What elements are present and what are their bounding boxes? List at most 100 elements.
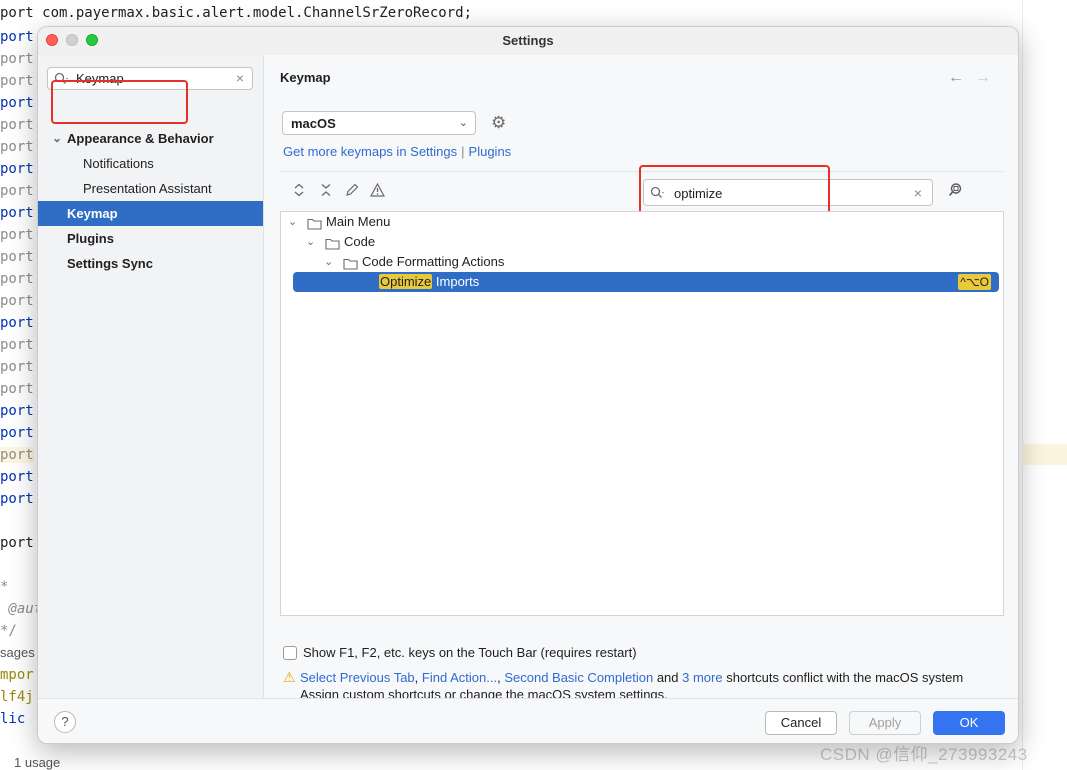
conflict-link-select-previous-tab[interactable]: Select Previous Tab bbox=[300, 670, 415, 685]
conflict-and: and bbox=[656, 670, 679, 685]
sidebar-item-plugins[interactable]: Plugins bbox=[38, 226, 263, 251]
action-search-input[interactable] bbox=[674, 185, 894, 202]
settings-dialog: Settings × ⌄ Appearance & Behavior Notif… bbox=[37, 26, 1019, 744]
clear-search-icon[interactable]: × bbox=[914, 185, 922, 201]
chevron-down-icon[interactable]: ⌄ bbox=[306, 232, 315, 252]
search-icon bbox=[54, 72, 70, 89]
page-title: Keymap bbox=[280, 70, 331, 85]
shortcut-badge: ^⌥O bbox=[958, 274, 991, 290]
code-line-import: port bbox=[0, 491, 34, 507]
usage-hint: 1 usage bbox=[14, 755, 61, 770]
code-line-import: port bbox=[0, 469, 34, 485]
chevron-down-icon[interactable]: ⌄ bbox=[324, 252, 333, 272]
search-match-highlight: Optimize bbox=[379, 274, 433, 289]
code-usages: sages bbox=[0, 645, 35, 660]
show-conflicts-warning-icon[interactable] bbox=[369, 182, 386, 200]
dialog-footer: ? Cancel Apply OK bbox=[38, 698, 1018, 743]
code-line-import: port bbox=[0, 73, 34, 89]
comma: , bbox=[414, 670, 419, 685]
code-line-import: port bbox=[0, 205, 34, 221]
code-line-import: port bbox=[0, 249, 34, 265]
sidebar-item-label: Settings Sync bbox=[67, 256, 153, 271]
ok-button[interactable]: OK bbox=[933, 711, 1005, 735]
code-line-import: port bbox=[0, 227, 34, 243]
sidebar-item-keymap[interactable]: Keymap bbox=[38, 201, 263, 226]
action-label: Optimize Imports bbox=[379, 272, 479, 292]
warning-icon: ⚠ bbox=[283, 669, 296, 685]
chevron-down-icon[interactable]: ⌄ bbox=[288, 212, 297, 232]
code-line-import: port bbox=[0, 425, 34, 441]
code-line-slf4j: lf4j bbox=[0, 689, 34, 705]
code-line-component: mpor bbox=[0, 667, 34, 683]
title-bar: Settings bbox=[38, 27, 1018, 55]
code-line-public: lic bbox=[0, 711, 26, 727]
chevron-down-icon: ⌄ bbox=[52, 131, 63, 145]
tree-node-main-menu[interactable]: ⌄ Main Menu bbox=[281, 212, 1003, 232]
sidebar-item-appearance-behavior[interactable]: ⌄ Appearance & Behavior bbox=[38, 126, 263, 151]
code-line-import: port bbox=[0, 293, 34, 309]
back-arrow-icon[interactable]: ← bbox=[948, 69, 964, 87]
collapse-all-icon[interactable] bbox=[320, 183, 332, 200]
expand-all-icon[interactable] bbox=[293, 183, 305, 200]
code-line-import: port bbox=[0, 337, 34, 353]
code-line-comment-end: */ bbox=[0, 623, 17, 639]
action-label-rest: Imports bbox=[432, 274, 480, 289]
code-line-import: port bbox=[0, 403, 34, 419]
tree-node-label: Code Formatting Actions bbox=[362, 254, 505, 269]
sidebar-item-label: Plugins bbox=[67, 231, 114, 246]
conflict-link-more[interactable]: 3 more bbox=[682, 670, 722, 685]
settings-search-input[interactable] bbox=[76, 70, 226, 87]
search-icon bbox=[650, 186, 666, 203]
code-line-author: @aut bbox=[0, 601, 43, 617]
action-search-field[interactable]: × bbox=[643, 179, 933, 206]
comma: , bbox=[497, 670, 501, 685]
chevron-down-icon: ⌄ bbox=[458, 117, 468, 129]
sidebar-item-label: Presentation Assistant bbox=[83, 181, 212, 196]
tree-node-label: Code bbox=[344, 234, 376, 249]
cancel-button[interactable]: Cancel bbox=[765, 711, 837, 735]
code-line-import: port bbox=[0, 139, 34, 155]
conflict-link-second-basic-completion[interactable]: Second Basic Completion bbox=[504, 670, 653, 685]
find-by-shortcut-icon[interactable] bbox=[948, 182, 964, 202]
settings-search-field[interactable]: × bbox=[47, 67, 253, 90]
help-button[interactable]: ? bbox=[54, 711, 76, 733]
conflict-link-find-action[interactable]: Find Action... bbox=[422, 670, 497, 685]
dialog-title: Settings bbox=[502, 33, 554, 48]
tree-node-code-formatting-actions[interactable]: ⌄ Code Formatting Actions bbox=[281, 252, 1003, 272]
code-line-import: port bbox=[0, 95, 34, 111]
tree-node-label: Main Menu bbox=[326, 214, 391, 229]
sidebar-item-presentation-assistant[interactable]: Presentation Assistant bbox=[38, 176, 263, 201]
plugins-link[interactable]: Plugins bbox=[469, 144, 512, 159]
code-line-import: port bbox=[0, 117, 34, 133]
link-separator: | bbox=[461, 144, 465, 159]
tree-node-code[interactable]: ⌄ Code bbox=[281, 232, 1003, 252]
settings-sidebar: × ⌄ Appearance & Behavior Notifications … bbox=[38, 55, 264, 698]
code-line-import: port bbox=[0, 51, 34, 67]
editor-line-highlight bbox=[1022, 444, 1067, 465]
clear-search-icon[interactable]: × bbox=[236, 70, 244, 86]
code-line-import: port bbox=[0, 381, 34, 397]
touchbar-checkbox[interactable] bbox=[283, 646, 297, 660]
keymap-actions-tree: ⌄ Main Menu ⌄ Code ⌄ Code Formatting Act… bbox=[280, 211, 1004, 616]
code-line-import: port bbox=[0, 271, 34, 287]
sidebar-item-label: Keymap bbox=[67, 206, 118, 221]
code-line-top: port com.payermax.basic.alert.model.Chan… bbox=[0, 5, 473, 21]
keymap-scheme-select[interactable]: macOS ⌄ bbox=[282, 111, 476, 135]
gear-icon[interactable]: ⚙ bbox=[491, 113, 506, 133]
conflict-warning-text: Select Previous Tab, Find Action..., Sec… bbox=[300, 670, 963, 685]
apply-button[interactable]: Apply bbox=[849, 711, 921, 735]
conflict-tail: shortcuts conflict with the macOS system bbox=[726, 670, 964, 685]
sidebar-item-notifications[interactable]: Notifications bbox=[38, 151, 263, 176]
code-line-comment-start: * bbox=[0, 579, 9, 595]
sidebar-item-label: Appearance & Behavior bbox=[67, 131, 214, 146]
sidebar-item-label: Notifications bbox=[83, 156, 154, 171]
editor-gutter-divider bbox=[1022, 0, 1023, 770]
get-more-keymaps-link[interactable]: Get more keymaps in Settings bbox=[283, 144, 457, 159]
touchbar-checkbox-label: Show F1, F2, etc. keys on the Touch Bar … bbox=[303, 645, 637, 660]
edit-shortcut-icon[interactable] bbox=[345, 183, 359, 200]
forward-arrow-icon[interactable]: → bbox=[975, 69, 991, 87]
code-line-import: port bbox=[0, 161, 34, 177]
tree-node-optimize-imports[interactable]: Optimize Imports ^⌥O bbox=[293, 272, 999, 292]
sidebar-item-settings-sync[interactable]: Settings Sync bbox=[38, 251, 263, 276]
code-line-import: port bbox=[0, 183, 34, 199]
